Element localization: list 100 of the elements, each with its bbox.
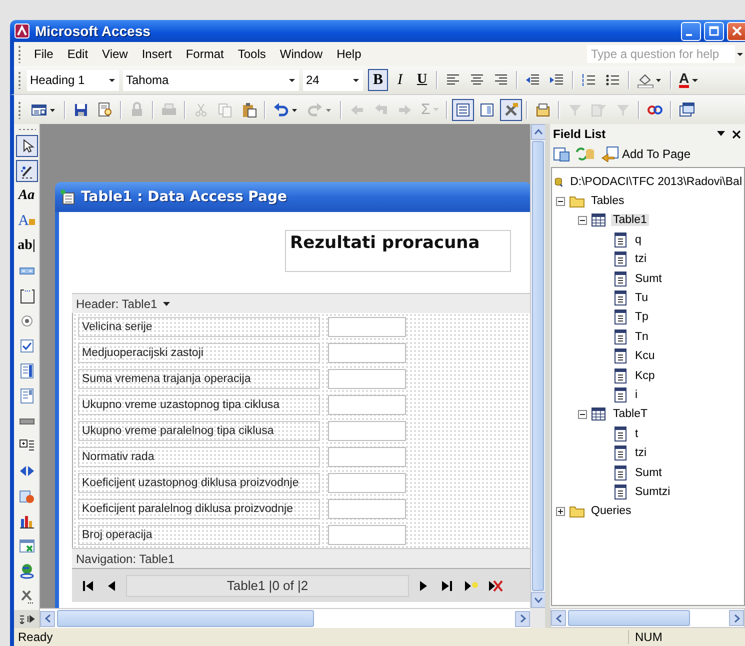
collapse-icon[interactable]: [556, 196, 565, 206]
label-button[interactable]: Aa: [16, 185, 38, 207]
font-color-button[interactable]: A: [676, 69, 702, 91]
refresh-icon[interactable]: [575, 146, 595, 162]
expand-icon[interactable]: [556, 506, 565, 516]
dropdown-arrow-icon[interactable]: [716, 130, 726, 138]
close-icon[interactable]: [732, 130, 741, 138]
field-icon: [613, 232, 629, 248]
status-text: Ready: [18, 630, 54, 644]
tree-item[interactable]: q: [633, 234, 644, 246]
tree-item[interactable]: Kcu: [633, 350, 657, 362]
menu-item[interactable]: View: [95, 45, 135, 63]
caret-icon: [433, 108, 440, 111]
underline-button[interactable]: U: [412, 69, 432, 91]
list-icon[interactable]: [452, 98, 474, 120]
tools-icon[interactable]: [500, 98, 522, 120]
input-field[interactable]: [328, 395, 406, 415]
input-field[interactable]: [328, 343, 406, 363]
vertical-scrollbar[interactable]: [530, 124, 545, 608]
section-title: Header: Table1: [76, 296, 158, 310]
arrow-left-icon: [44, 614, 50, 623]
text-box-button[interactable]: ab|: [16, 235, 38, 257]
arrow-down-icon: [534, 597, 543, 603]
tree-item[interactable]: Sumtzi: [633, 486, 672, 498]
field-label: Ukupno vreme paralelnog tipa ciklusa: [78, 421, 320, 441]
style-dropdown[interactable]: Heading 1: [27, 70, 119, 90]
table-icon: [591, 212, 607, 228]
tree-item[interactable]: TableT: [611, 408, 650, 420]
arrow-right-icon: [734, 614, 740, 622]
page-icon[interactable]: [553, 146, 571, 162]
tree-item[interactable]: Sumt: [633, 272, 664, 285]
input-field[interactable]: [328, 473, 406, 493]
collapse-icon[interactable]: [578, 410, 587, 419]
close-button[interactable]: [727, 22, 745, 40]
table-icon: [591, 406, 607, 422]
field-label: Velicina serije: [78, 317, 320, 337]
tree-item[interactable]: Tables: [589, 195, 626, 208]
arrow-up-icon: [534, 129, 543, 135]
field-icon: [613, 251, 629, 268]
bold-button[interactable]: B: [368, 69, 388, 91]
add-to-page-button[interactable]: Add To Page: [599, 145, 693, 163]
menu-item[interactable]: Format: [178, 45, 231, 63]
arrow-right-icon: [520, 614, 526, 623]
field-label: Koeficijent paralelnog diklusa proizvodnje: [78, 499, 320, 519]
maximize-button[interactable]: [704, 22, 724, 40]
tree-item[interactable]: Kcp: [633, 370, 657, 382]
minimize-button[interactable]: [681, 22, 701, 40]
field-icon: [613, 309, 629, 326]
tree-item[interactable]: t: [633, 428, 640, 440]
field-label: Normativ rada: [78, 447, 320, 467]
input-field[interactable]: [328, 447, 406, 467]
caret-icon: [692, 78, 698, 82]
field-label: Broj operacija: [78, 525, 320, 545]
input-field[interactable]: [328, 499, 406, 519]
collapse-icon[interactable]: [578, 216, 587, 225]
caret-icon[interactable]: [162, 300, 172, 308]
input-field[interactable]: [328, 525, 406, 545]
tree-item[interactable]: Tp: [633, 311, 650, 324]
field-icon: [613, 328, 629, 345]
toolbar-options-icon[interactable]: [18, 614, 24, 624]
tree-item[interactable]: D:\PODACI\TFC 2013\Radovi\Bal: [568, 176, 744, 188]
tree-item[interactable]: Tu: [633, 292, 650, 304]
page-heading: Rezultati proracuna: [285, 230, 511, 272]
help-search-field[interactable]: Type a question for help: [587, 45, 735, 63]
arrow-left-icon: [556, 614, 562, 622]
tree-item[interactable]: Sumt: [633, 466, 664, 479]
italic-button[interactable]: I: [390, 69, 410, 91]
pointer-icon[interactable]: [16, 135, 38, 157]
field-icon: [613, 386, 629, 403]
menu-item[interactable]: File: [27, 45, 60, 63]
font-dropdown[interactable]: Tahoma: [123, 70, 299, 90]
input-field[interactable]: [328, 369, 406, 389]
input-field[interactable]: [328, 317, 406, 337]
field-icon: [613, 290, 629, 306]
field-icon: [613, 270, 629, 287]
menu-item[interactable]: Insert: [134, 45, 179, 63]
tree-item[interactable]: i: [633, 388, 640, 401]
input-field[interactable]: [328, 421, 406, 441]
tree-item[interactable]: tzi: [633, 447, 648, 460]
tree-item[interactable]: Tn: [633, 330, 650, 343]
horizontal-scrollbar[interactable]: [550, 608, 745, 628]
menu-item[interactable]: Help: [330, 45, 368, 63]
wand-icon[interactable]: [16, 160, 38, 182]
expand-toolbar-icon[interactable]: [26, 614, 34, 624]
font-size-dropdown[interactable]: 24: [303, 70, 363, 90]
field-icon: [613, 426, 629, 442]
tree-item[interactable]: tzi: [633, 253, 648, 266]
menu-item[interactable]: Window: [272, 45, 330, 63]
horizontal-scrollbar[interactable]: [40, 608, 530, 628]
tree-item[interactable]: Table1: [611, 214, 649, 226]
menu-item[interactable]: Edit: [60, 45, 96, 63]
bound-span-button[interactable]: A: [16, 210, 38, 232]
field-label: Ukupno vreme uzastopnog tipa ciklusa: [78, 395, 320, 415]
window-title: Table1 : Data Access Page: [81, 189, 287, 205]
tree-item[interactable]: Queries: [589, 505, 634, 518]
menu-item[interactable]: Tools: [230, 45, 273, 63]
field-label: Koeficijent uzastopnog diklusa proizvodnje: [78, 473, 320, 493]
caret-icon: [353, 78, 359, 82]
page-icon: [60, 189, 76, 205]
maximize-icon: [709, 26, 719, 36]
